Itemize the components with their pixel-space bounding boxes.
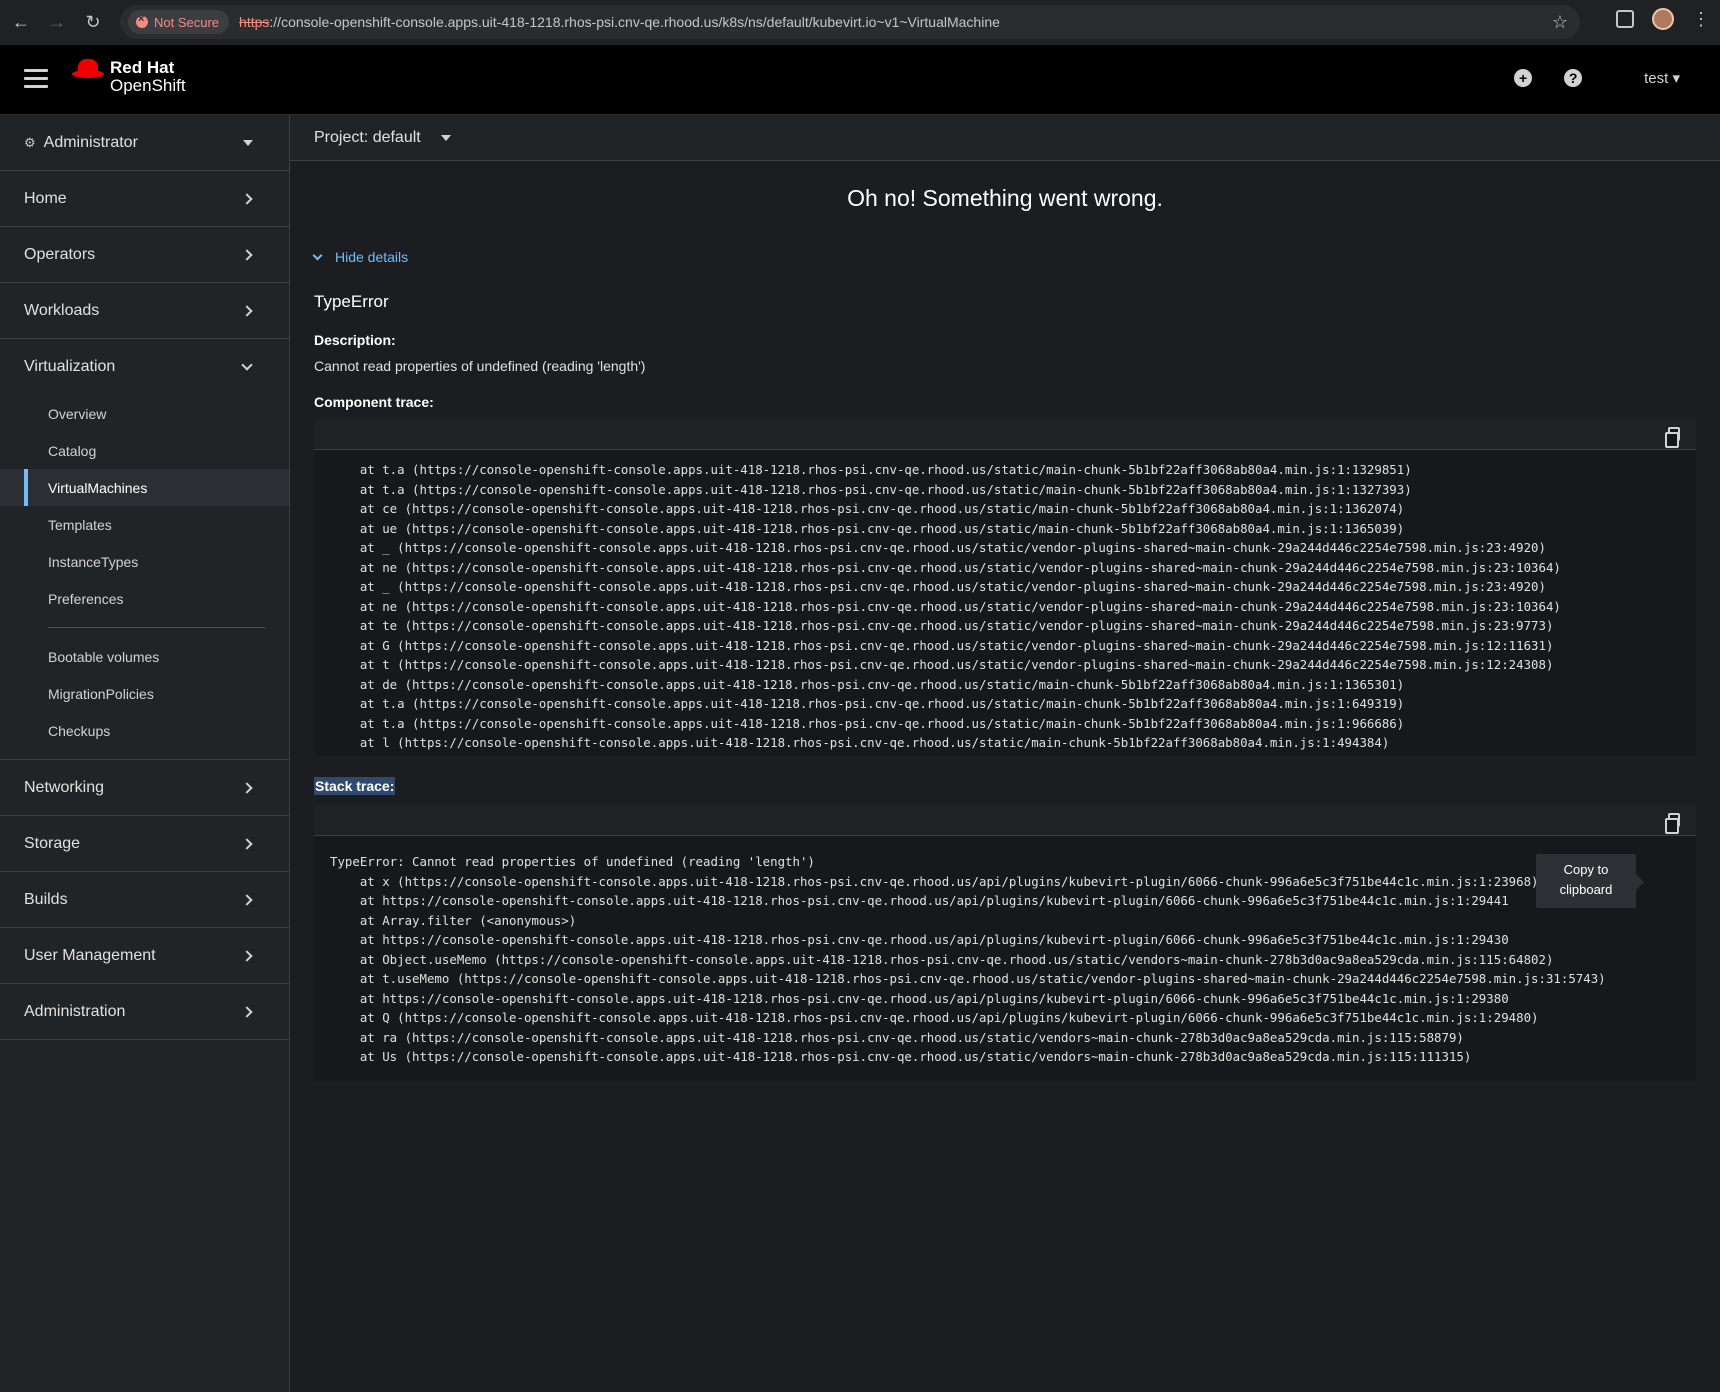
main-content: Project: default Oh no! Something went w…: [290, 115, 1720, 1392]
url-text[interactable]: https://console-openshift-console.apps.u…: [239, 14, 1000, 30]
avatar[interactable]: [1652, 8, 1674, 30]
masthead: Red Hat OpenShift + ? test ▾: [0, 45, 1720, 115]
forward-icon[interactable]: →: [42, 8, 72, 38]
component-trace-block: at t.a (https://console-openshift-consol…: [314, 418, 1696, 756]
nav-virtualization[interactable]: Virtualization: [0, 339, 289, 395]
error-title: Oh no! Something went wrong.: [847, 185, 1163, 211]
nav-administration-label: Administration: [24, 1002, 126, 1020]
nav-home-label: Home: [24, 189, 67, 207]
back-icon[interactable]: ←: [6, 8, 36, 38]
sidebar-item-virtualmachines[interactable]: VirtualMachines: [0, 469, 289, 506]
sidebar-item-overview[interactable]: Overview: [0, 395, 289, 432]
nav-administration[interactable]: Administration: [0, 984, 289, 1040]
chevron-right-icon: [241, 1005, 253, 1018]
divider: [48, 627, 265, 628]
chevron-right-icon: [241, 949, 253, 962]
browser-toolbar: ← → ↻ Not Secure https://console-openshi…: [0, 0, 1720, 45]
warning-icon: [136, 13, 148, 28]
stack-trace-text: TypeError: Cannot read properties of und…: [330, 854, 1606, 1064]
menu-icon[interactable]: ⋮: [1692, 9, 1710, 30]
chevron-right-icon: [241, 781, 253, 794]
component-trace-label: Component trace:: [314, 394, 434, 410]
user-name: test: [1644, 70, 1669, 87]
not-secure-label: Not Secure: [154, 14, 220, 30]
caret-down-icon: [243, 139, 253, 146]
copy-icon[interactable]: [1665, 427, 1680, 448]
url-scheme: https: [239, 14, 270, 30]
chevron-right-icon: [241, 248, 253, 261]
hamburger-menu-icon[interactable]: [24, 69, 48, 89]
sidebar-item-catalog[interactable]: Catalog: [0, 432, 289, 469]
nav-operators[interactable]: Operators: [0, 227, 289, 283]
tooltip-line1: Copy to: [1563, 862, 1609, 877]
caret-down-icon: [440, 134, 451, 141]
nav-storage-label: Storage: [24, 834, 81, 852]
redhat-hat-icon: [72, 59, 104, 81]
user-menu[interactable]: test ▾: [1644, 69, 1680, 87]
nav-builds-label: Builds: [24, 890, 68, 908]
brand-line1: Red Hat: [110, 58, 175, 77]
nav-user-management[interactable]: User Management: [0, 928, 289, 984]
copy-tooltip: Copy to clipboard: [1536, 854, 1644, 908]
sidebar-item-instancetypes[interactable]: InstanceTypes: [0, 543, 289, 580]
nav-builds[interactable]: Builds: [0, 872, 289, 928]
code-toolbar: [314, 418, 1696, 450]
copy-icon[interactable]: [1665, 813, 1680, 834]
sidebar-item-preferences[interactable]: Preferences: [0, 580, 289, 617]
chevron-right-icon: [241, 893, 253, 906]
nav-workloads-label: Workloads: [24, 301, 100, 319]
component-trace-text: at t.a (https://console-openshift-consol…: [359, 462, 1569, 756]
nav-user-management-label: User Management: [24, 946, 156, 964]
question-circle-icon[interactable]: ?: [1564, 69, 1583, 87]
sidebar-item-checkups[interactable]: Checkups: [0, 712, 289, 749]
not-secure-chip[interactable]: Not Secure: [128, 10, 230, 34]
stack-trace-block: TypeError: Cannot read properties of und…: [314, 804, 1696, 1081]
sidebar-item-bootable-volumes[interactable]: Bootable volumes: [0, 638, 289, 675]
tooltip-line2: clipboard: [1559, 882, 1613, 897]
sidebar-item-templates[interactable]: Templates: [0, 506, 289, 543]
description-label: Description:: [314, 332, 396, 348]
perspective-switcher[interactable]: ⚙ Administrator: [0, 115, 289, 171]
description-text: Cannot read properties of undefined (rea…: [314, 358, 646, 374]
hide-details-toggle[interactable]: Hide details: [312, 249, 409, 265]
chevron-right-icon: [241, 192, 253, 205]
stack-trace-label: Stack trace:: [314, 777, 396, 795]
nav-workloads[interactable]: Workloads: [0, 283, 289, 339]
perspective-label: Administrator: [43, 133, 138, 151]
reload-icon[interactable]: ↻: [78, 8, 108, 38]
nav-virtualization-group: Virtualization Overview Catalog VirtualM…: [0, 339, 289, 760]
chevron-right-icon: [241, 304, 253, 317]
plus-circle-icon[interactable]: +: [1514, 69, 1533, 87]
nav-networking-label: Networking: [24, 778, 105, 796]
code-toolbar: [314, 804, 1696, 836]
error-type: TypeError: [314, 292, 389, 311]
openshift-logo[interactable]: Red Hat OpenShift: [72, 59, 186, 95]
url-rest: ://console-openshift-console.apps.uit-41…: [269, 14, 1000, 30]
chevron-right-icon: [241, 837, 253, 850]
nav-operators-label: Operators: [24, 245, 96, 263]
chevron-down-icon: [241, 359, 253, 371]
gear-icon: ⚙: [24, 134, 36, 150]
nav-networking[interactable]: Networking: [0, 760, 289, 816]
extensions-icon[interactable]: [1616, 10, 1634, 28]
nav-virtualization-label: Virtualization: [24, 358, 116, 375]
nav-home[interactable]: Home: [0, 171, 289, 227]
chevron-down-icon: [312, 250, 323, 260]
sidebar: ⚙ Administrator Home Operators Workloads…: [0, 115, 290, 1392]
address-bar[interactable]: Not Secure https://console-openshift-con…: [120, 5, 1580, 39]
sidebar-item-migrationpolicies[interactable]: MigrationPolicies: [0, 675, 289, 712]
brand-line2: OpenShift: [110, 76, 186, 95]
hide-details-label: Hide details: [335, 249, 409, 265]
project-selector[interactable]: Project: default: [290, 115, 1720, 161]
nav-storage[interactable]: Storage: [0, 816, 289, 872]
star-icon[interactable]: ☆: [1552, 12, 1568, 33]
project-label: Project: default: [314, 128, 421, 146]
